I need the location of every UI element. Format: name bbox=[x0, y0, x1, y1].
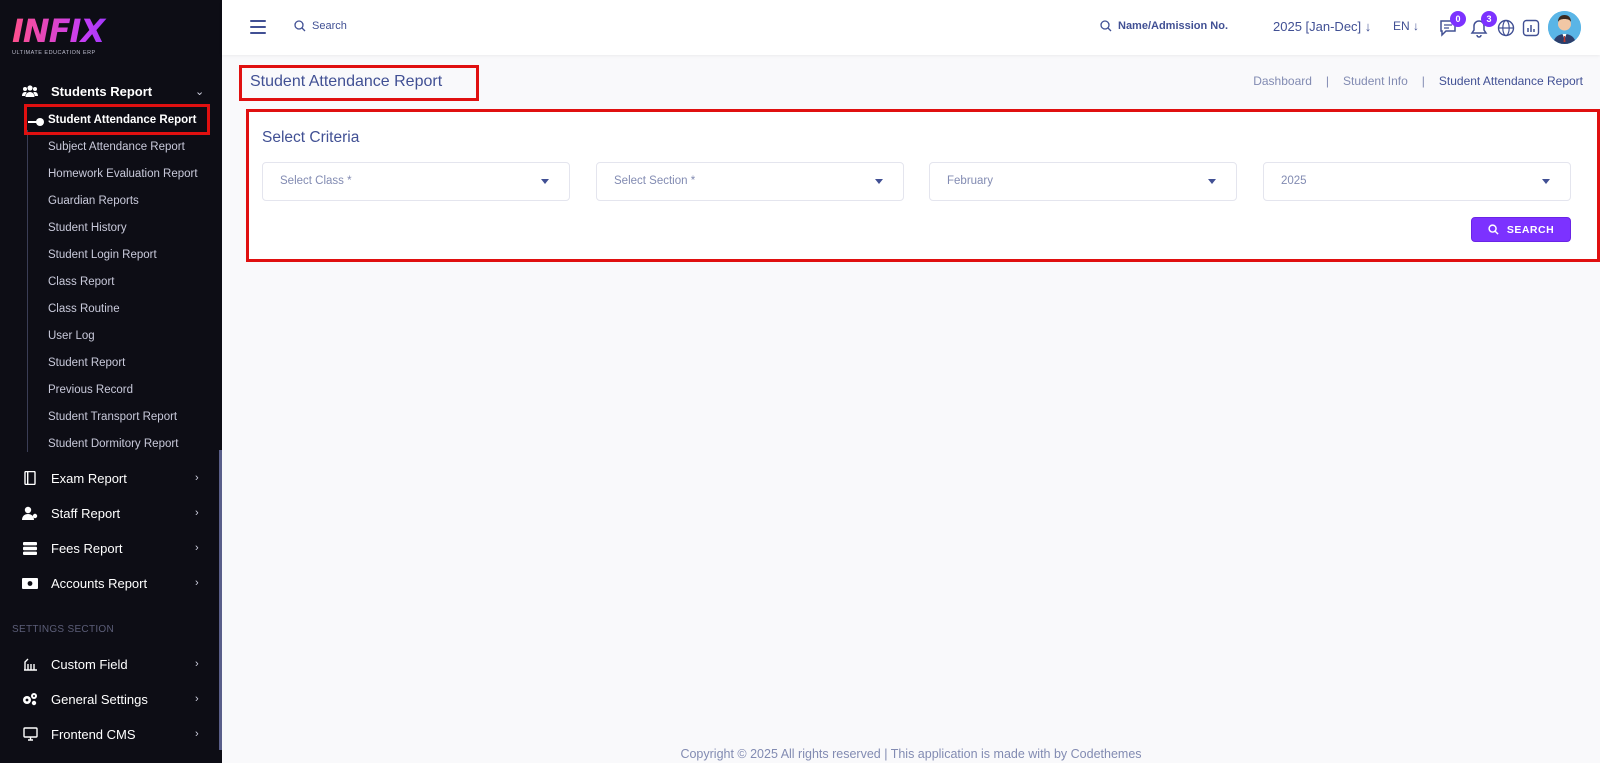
sidebar-item-student-dormitory-report[interactable]: Student Dormitory Report bbox=[48, 438, 178, 450]
sidebar-item-class-report[interactable]: Class Report bbox=[48, 276, 114, 288]
chevron-right-icon: › bbox=[195, 658, 199, 670]
page-title: Student Attendance Report bbox=[250, 73, 443, 90]
breadcrumb: Dashboard | Student Info | Student Atten… bbox=[1253, 74, 1583, 88]
sidebar-group-exam-report[interactable]: Exam Report › bbox=[0, 465, 222, 491]
topbar: Search Name/Admission No. 2025 [Jan-Dec]… bbox=[222, 0, 1600, 55]
monitor-icon bbox=[22, 727, 38, 741]
sidebar-item-homework-evaluation-report[interactable]: Homework Evaluation Report bbox=[48, 168, 198, 180]
chevron-right-icon: › bbox=[195, 577, 199, 589]
arrow-down-icon: ↓ bbox=[1413, 19, 1420, 33]
sidebar-group-staff-report[interactable]: Staff Report › bbox=[0, 500, 222, 526]
breadcrumb-current: Student Attendance Report bbox=[1438, 74, 1583, 88]
chevron-down-icon: ⌄ bbox=[195, 85, 205, 98]
gears-icon bbox=[22, 692, 38, 706]
highlight-box-criteria bbox=[246, 109, 1600, 262]
sidebar-group-label: Students Report bbox=[51, 83, 153, 99]
chevron-right-icon: › bbox=[195, 472, 199, 484]
breadcrumb-separator: | bbox=[1325, 74, 1330, 88]
sidebar-group-label: Exam Report bbox=[51, 470, 127, 486]
sidebar-item-user-log[interactable]: User Log bbox=[48, 330, 95, 342]
reports-button[interactable] bbox=[1522, 18, 1542, 38]
messages-badge: 0 bbox=[1450, 11, 1466, 27]
sidebar-group-label: Frontend CMS bbox=[51, 726, 136, 742]
chart-icon bbox=[1522, 19, 1540, 37]
sidebar-group-label: General Settings bbox=[51, 691, 148, 707]
website-button[interactable] bbox=[1497, 18, 1517, 38]
sidebar-item-student-transport-report[interactable]: Student Transport Report bbox=[48, 411, 177, 423]
breadcrumb-separator: | bbox=[1421, 74, 1425, 88]
sidebar-item-student-history[interactable]: Student History bbox=[48, 222, 127, 234]
sidebar-scrollbar[interactable] bbox=[219, 450, 222, 750]
logo[interactable]: INFIX ULTIMATE EDUCATION ERP bbox=[12, 14, 132, 58]
globe-icon bbox=[1497, 19, 1515, 37]
chevron-right-icon: › bbox=[195, 693, 199, 705]
breadcrumb-student-info[interactable]: Student Info bbox=[1343, 74, 1408, 88]
messages-button[interactable]: 0 bbox=[1438, 11, 1466, 38]
sidebar-item-student-report[interactable]: Student Report bbox=[48, 357, 125, 369]
user-avatar[interactable] bbox=[1548, 11, 1581, 44]
student-search-label: Name/Admission No. bbox=[1118, 20, 1229, 32]
breadcrumb-dashboard[interactable]: Dashboard bbox=[1253, 74, 1312, 88]
chevron-right-icon: › bbox=[195, 728, 199, 740]
search-icon bbox=[294, 20, 306, 32]
global-search[interactable]: Search bbox=[294, 20, 347, 32]
submenu-line bbox=[27, 130, 28, 452]
arrow-down-icon: ↓ bbox=[1364, 19, 1372, 34]
sidebar-group-fees-report[interactable]: Fees Report › bbox=[0, 535, 222, 561]
database-icon bbox=[22, 541, 38, 555]
sidebar-group-label: Staff Report bbox=[51, 505, 121, 521]
academic-year-value: 2025 [Jan-Dec] bbox=[1273, 19, 1362, 34]
sidebar-group-accounts-report[interactable]: Accounts Report › bbox=[0, 570, 222, 596]
book-icon bbox=[22, 471, 38, 485]
settings-section-label: SETTINGS SECTION bbox=[12, 624, 115, 635]
sidebar-group-students-report[interactable]: Students Report ⌄ bbox=[0, 78, 222, 104]
avatar-icon bbox=[1548, 11, 1581, 44]
sidebar-group-label: Accounts Report bbox=[51, 575, 148, 591]
student-search[interactable]: Name/Admission No. bbox=[1100, 20, 1228, 32]
sidebar-item-subject-attendance-report[interactable]: Subject Attendance Report bbox=[48, 141, 185, 153]
money-icon bbox=[22, 576, 38, 590]
sidebar-group-frontend-cms[interactable]: Frontend CMS › bbox=[0, 721, 222, 747]
sidebar-group-label: Custom Field bbox=[51, 656, 128, 672]
language-value: EN bbox=[1393, 19, 1410, 33]
sidebar-group-custom-field[interactable]: Custom Field › bbox=[0, 651, 222, 677]
user-icon bbox=[22, 506, 38, 520]
field-icon bbox=[22, 657, 38, 671]
logo-text: INFIX bbox=[12, 14, 132, 48]
chevron-right-icon: › bbox=[195, 507, 199, 519]
notifications-button[interactable]: 3 bbox=[1469, 11, 1497, 38]
hamburger-menu-icon[interactable] bbox=[250, 20, 266, 34]
sidebar-item-student-attendance-report[interactable]: Student Attendance Report bbox=[48, 114, 196, 126]
search-icon bbox=[1100, 20, 1112, 32]
global-search-label: Search bbox=[312, 20, 347, 32]
sidebar-item-previous-record[interactable]: Previous Record bbox=[48, 384, 133, 396]
sidebar-group-label: Fees Report bbox=[51, 540, 123, 556]
chevron-right-icon: › bbox=[195, 542, 199, 554]
footer-copyright: Copyright © 2025 All rights reserved | T… bbox=[680, 747, 1142, 761]
sidebar-group-general-settings[interactable]: General Settings › bbox=[0, 686, 222, 712]
sidebar: INFIX ULTIMATE EDUCATION ERP Students Re… bbox=[0, 0, 222, 763]
users-icon bbox=[22, 84, 38, 98]
sidebar-item-class-routine[interactable]: Class Routine bbox=[48, 303, 120, 315]
sidebar-item-guardian-reports[interactable]: Guardian Reports bbox=[48, 195, 139, 207]
academic-year-select[interactable]: 2025 [Jan-Dec] ↓ bbox=[1273, 19, 1371, 34]
notifications-badge: 3 bbox=[1481, 11, 1497, 27]
logo-tagline: ULTIMATE EDUCATION ERP bbox=[12, 50, 96, 56]
language-select[interactable]: EN ↓ bbox=[1393, 19, 1419, 33]
sidebar-item-student-login-report[interactable]: Student Login Report bbox=[48, 249, 157, 261]
